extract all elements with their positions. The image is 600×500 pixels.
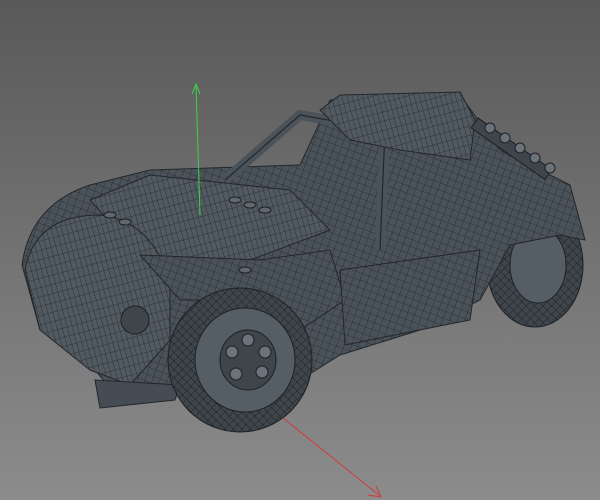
x-axis-arrow-icon[interactable] (282, 417, 381, 497)
scene (21, 82, 586, 498)
front-fender (24, 214, 171, 386)
headlight (120, 305, 150, 335)
3d-viewport[interactable] (0, 0, 600, 500)
front-wheel (167, 287, 313, 433)
car-model[interactable] (21, 91, 586, 433)
